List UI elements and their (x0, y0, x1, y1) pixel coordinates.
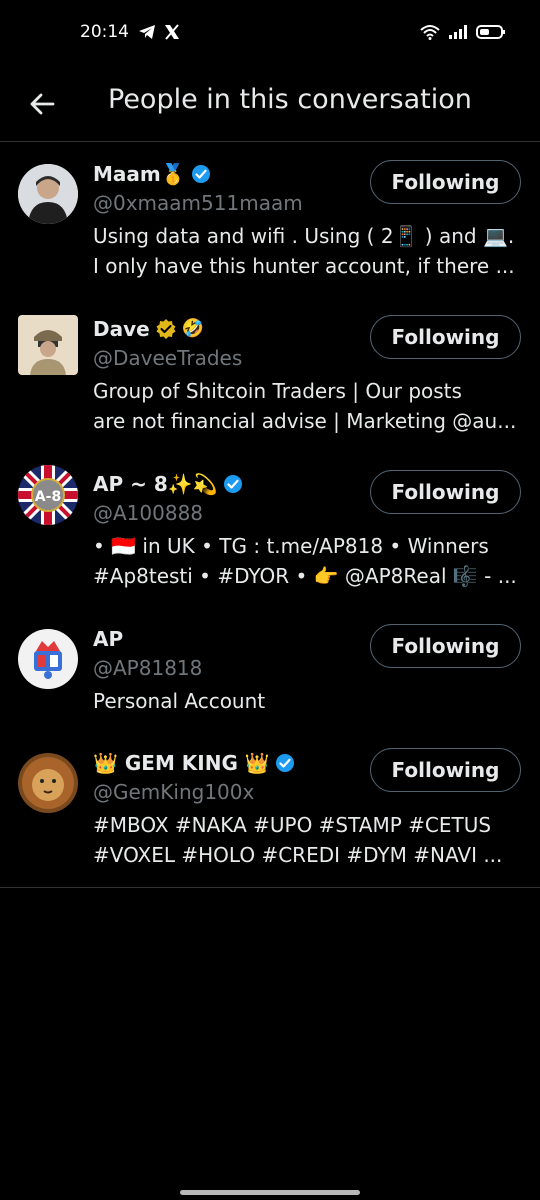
bio-line: #Ap8testi • #DYOR • 👉 @AP8Real 🎼 - ... (93, 564, 517, 588)
bio: • 🇮🇩 in UK • TG : t.me/AP818 • Winners #… (93, 531, 523, 591)
bio-line: Personal Account (93, 689, 266, 713)
status-right-icons (420, 24, 506, 40)
display-name: AP (93, 627, 124, 651)
home-indicator[interactable] (180, 1190, 360, 1195)
handle: @AP81818 (93, 656, 203, 680)
list-item[interactable]: Maam🥇 @0xmaam511maam Using data and wifi… (0, 142, 540, 297)
page-title: People in this conversation (108, 84, 472, 115)
verified-badge-icon (191, 165, 210, 183)
signal-icon (449, 25, 467, 39)
people-list: Maam🥇 @0xmaam511maam Using data and wifi… (0, 142, 540, 871)
name-line: Dave 🤣 (93, 317, 204, 341)
display-name: Dave (93, 317, 150, 341)
bio: Personal Account (93, 686, 523, 716)
name-line: AP ~ 8✨💫 (93, 472, 243, 496)
avatar[interactable] (18, 629, 78, 689)
handle: @A100888 (93, 501, 204, 525)
following-button[interactable]: Following (370, 315, 521, 359)
name-line: Maam🥇 (93, 162, 211, 186)
display-name: AP ~ 8✨💫 (93, 472, 218, 496)
list-item[interactable]: 👑 GEM KING 👑 @GemKing100x #MBOX #NAKA #U… (0, 731, 540, 871)
list-item[interactable]: Dave 🤣 @DaveeTrades Group of Shitcoin Tr… (0, 297, 540, 452)
following-button[interactable]: Following (370, 624, 521, 668)
header: People in this conversation (0, 68, 540, 142)
bio: Group of Shitcoin Traders | Our posts ar… (93, 376, 523, 436)
status-bar: 20:14 (0, 0, 540, 68)
status-time: 20:14 (80, 22, 129, 42)
list-item[interactable]: A-8 AP ~ 8✨💫 @A100888 • 🇮🇩 in UK • TG : … (0, 452, 540, 607)
bio-line: • 🇮🇩 in UK • TG : t.me/AP818 • Winners (93, 534, 489, 558)
battery-icon (476, 25, 505, 39)
verified-badge-icon (223, 475, 242, 493)
avatar[interactable] (18, 315, 78, 375)
avatar[interactable]: A-8 (18, 465, 78, 525)
bio-line: #VOXEL #HOLO #CREDI #DYM #NAVI ... (93, 843, 503, 867)
verified-badge-icon (275, 754, 294, 772)
bio-line: I only have this hunter account, if ther… (93, 254, 515, 278)
display-name: Maam🥇 (93, 162, 186, 186)
wifi-icon (420, 25, 440, 40)
bio-line: Using data and wifi . Using ( 2📱 ) and 💻… (93, 224, 515, 248)
handle: @GemKing100x (93, 780, 255, 804)
bio-line: Group of Shitcoin Traders | Our posts (93, 379, 462, 403)
following-button[interactable]: Following (370, 160, 521, 204)
name-line: AP (93, 627, 123, 651)
display-name: 👑 GEM KING 👑 (93, 751, 270, 775)
telegram-icon (139, 25, 155, 39)
bio: Using data and wifi . Using ( 2📱 ) and 💻… (93, 221, 523, 281)
svg-text:A-8: A-8 (35, 489, 61, 505)
bio-line: #MBOX #NAKA #UPO #STAMP #CETUS (93, 813, 492, 837)
status-left-icons (138, 24, 180, 40)
bio-line: are not financial advise | Marketing @au… (93, 409, 517, 433)
name-line: 👑 GEM KING 👑 (93, 751, 295, 775)
list-divider (0, 887, 540, 888)
avatar[interactable] (18, 753, 78, 813)
avatar[interactable] (18, 164, 78, 224)
handle: @DaveeTrades (93, 346, 243, 370)
bio: #MBOX #NAKA #UPO #STAMP #CETUS #VOXEL #H… (93, 810, 523, 870)
list-item[interactable]: AP @AP81818 Personal Account Following (0, 607, 540, 731)
following-button[interactable]: Following (370, 748, 521, 792)
laughing-emoji: 🤣 (181, 318, 205, 339)
x-logo-icon (165, 24, 179, 40)
back-arrow-icon (30, 93, 55, 115)
following-button[interactable]: Following (370, 470, 521, 514)
handle: @0xmaam511maam (93, 191, 303, 215)
verified-gold-badge-icon (156, 319, 176, 339)
back-button[interactable] (22, 84, 62, 124)
